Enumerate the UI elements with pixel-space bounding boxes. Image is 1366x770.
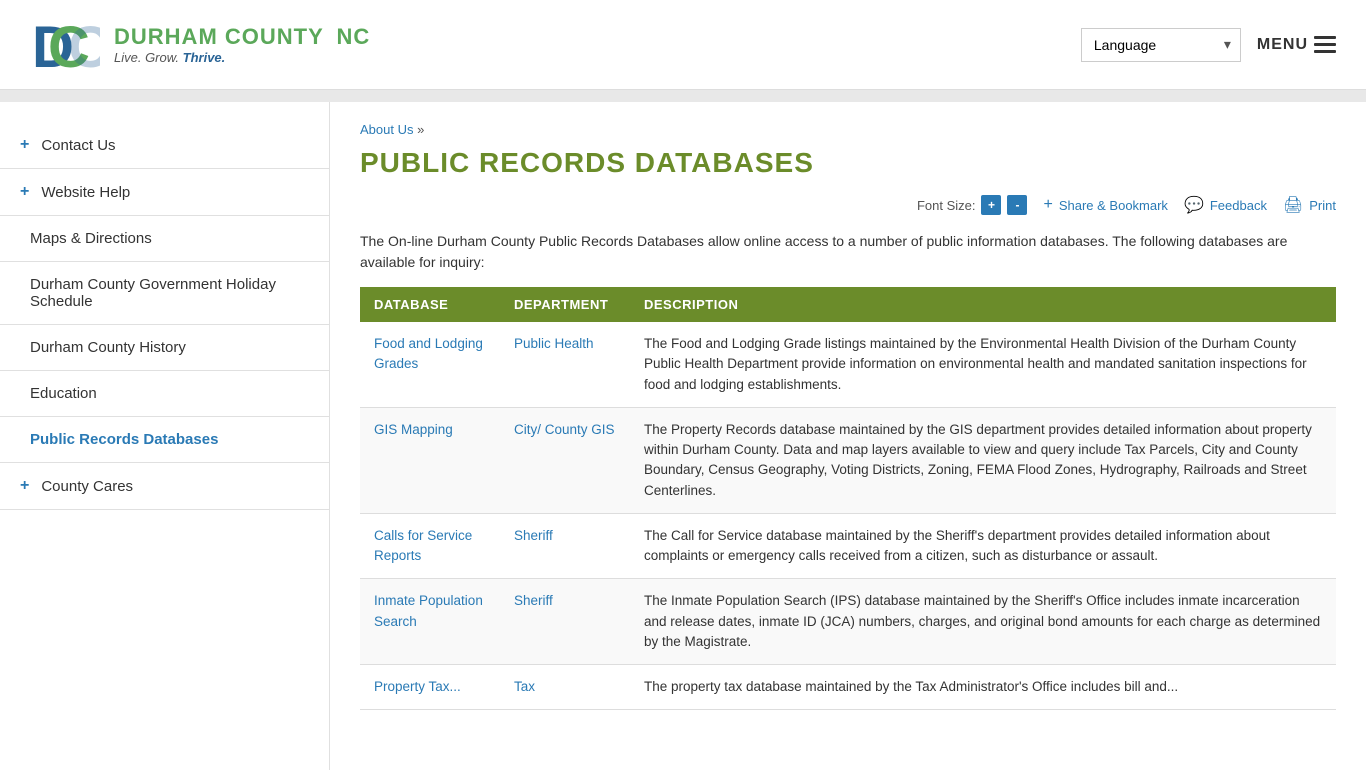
menu-button[interactable]: MENU	[1257, 36, 1336, 54]
sidebar-label: Maps & Directions	[30, 230, 152, 247]
sidebar-item-maps-directions[interactable]: Maps & Directions	[0, 216, 329, 262]
menu-label: MENU	[1257, 36, 1308, 54]
sidebar-item-county-history[interactable]: Durham County History	[0, 325, 329, 371]
cell-description: The Food and Lodging Grade listings main…	[630, 322, 1336, 407]
font-size-label: Font Size:	[917, 198, 976, 213]
department-link[interactable]: Sheriff	[514, 528, 553, 543]
table-row: Food and Lodging Grades Public Health Th…	[360, 322, 1336, 407]
database-link[interactable]: Property Tax...	[374, 679, 461, 694]
sidebar-item-education[interactable]: Education	[0, 371, 329, 417]
share-bookmark-link[interactable]: Share & Bookmark	[1059, 198, 1168, 213]
plus-icon: +	[20, 183, 29, 201]
feedback-link[interactable]: Feedback	[1210, 198, 1267, 213]
table-header-row: DATABASE DEPARTMENT DESCRIPTION	[360, 287, 1336, 322]
main-layout: + Contact Us + Website Help Maps & Direc…	[0, 102, 1366, 770]
breadcrumb: About Us »	[360, 122, 1336, 137]
svg-text:O: O	[68, 15, 100, 75]
department-link[interactable]: Public Health	[514, 336, 594, 351]
sub-header-bar	[0, 90, 1366, 102]
table-row: Calls for Service Reports Sheriff The Ca…	[360, 513, 1336, 579]
share-icon: +	[1043, 196, 1052, 214]
font-decrease-button[interactable]: -	[1007, 195, 1027, 215]
sidebar-label: Durham County History	[30, 339, 186, 356]
table-row: Property Tax... Tax The property tax dat…	[360, 665, 1336, 710]
department-link[interactable]: City/ County GIS	[514, 422, 615, 437]
logo-title: DURHAM COUNTY NC	[114, 24, 370, 50]
sidebar-label: County Cares	[41, 478, 133, 495]
sidebar-label: Public Records Databases	[30, 431, 218, 448]
cell-department: Sheriff	[500, 579, 630, 665]
records-table: DATABASE DEPARTMENT DESCRIPTION Food and…	[360, 287, 1336, 710]
site-header: D C O DURHAM COUNTY NC Live. Grow. Thriv…	[0, 0, 1366, 90]
logo-title-nc: NC	[337, 24, 371, 49]
header-right: Language Español Français MENU	[1081, 28, 1336, 62]
sidebar-label: Website Help	[41, 184, 130, 201]
cell-description: The property tax database maintained by …	[630, 665, 1336, 710]
table-body: Food and Lodging Grades Public Health Th…	[360, 322, 1336, 710]
cell-database: Property Tax...	[360, 665, 500, 710]
breadcrumb-parent-link[interactable]: About Us	[360, 122, 413, 137]
logo-text-area: DURHAM COUNTY NC Live. Grow. Thrive.	[114, 24, 370, 65]
database-link[interactable]: Food and Lodging Grades	[374, 336, 483, 371]
breadcrumb-parent-label: About Us	[360, 122, 413, 137]
sidebar-item-website-help[interactable]: + Website Help	[0, 169, 329, 216]
cell-department: Public Health	[500, 322, 630, 407]
content-toolbar: Font Size: + - + Share & Bookmark 💬 Feed…	[360, 195, 1336, 215]
cell-database: GIS Mapping	[360, 407, 500, 513]
database-link[interactable]: Inmate Population Search	[374, 593, 483, 628]
cell-database: Calls for Service Reports	[360, 513, 500, 579]
sidebar-label: Durham County Government Holiday Schedul…	[30, 276, 309, 310]
plus-icon: +	[20, 477, 29, 495]
breadcrumb-separator: »	[417, 122, 424, 137]
sidebar-item-public-records[interactable]: Public Records Databases	[0, 417, 329, 463]
department-link[interactable]: Sheriff	[514, 593, 553, 608]
font-size-group: Font Size: + -	[917, 195, 1028, 215]
feedback-icon: 💬	[1184, 195, 1204, 215]
print-link[interactable]: Print	[1309, 198, 1336, 213]
language-select[interactable]: Language Español Français	[1081, 28, 1241, 62]
logo-subtitle: Live. Grow. Thrive.	[114, 50, 370, 65]
sidebar: + Contact Us + Website Help Maps & Direc…	[0, 102, 330, 770]
cell-department: Tax	[500, 665, 630, 710]
share-bookmark-group: + Share & Bookmark	[1043, 196, 1167, 214]
logo-title-main: DURHAM COUNTY	[114, 24, 323, 49]
page-title: PUBLIC RECORDS DATABASES	[360, 147, 1336, 179]
menu-icon	[1314, 36, 1336, 53]
cell-description: The Inmate Population Search (IPS) datab…	[630, 579, 1336, 665]
cell-department: City/ County GIS	[500, 407, 630, 513]
table-row: GIS Mapping City/ County GIS The Propert…	[360, 407, 1336, 513]
font-increase-button[interactable]: +	[981, 195, 1001, 215]
cell-department: Sheriff	[500, 513, 630, 579]
sidebar-label: Contact Us	[41, 137, 115, 154]
sidebar-item-county-cares[interactable]: + County Cares	[0, 463, 329, 510]
cell-description: The Call for Service database maintained…	[630, 513, 1336, 579]
col-header-description: DESCRIPTION	[630, 287, 1336, 322]
cell-database: Inmate Population Search	[360, 579, 500, 665]
print-group: 🖨 Print	[1283, 195, 1336, 215]
database-link[interactable]: Calls for Service Reports	[374, 528, 472, 563]
database-link[interactable]: GIS Mapping	[374, 422, 453, 437]
logo-area: D C O DURHAM COUNTY NC Live. Grow. Thriv…	[30, 15, 370, 75]
logo-icon[interactable]: D C O	[30, 15, 100, 75]
col-header-department: DEPARTMENT	[500, 287, 630, 322]
plus-icon: +	[20, 136, 29, 154]
language-wrapper[interactable]: Language Español Français	[1081, 28, 1241, 62]
sidebar-label: Education	[30, 385, 97, 402]
main-content: About Us » PUBLIC RECORDS DATABASES Font…	[330, 102, 1366, 770]
col-header-database: DATABASE	[360, 287, 500, 322]
cell-database: Food and Lodging Grades	[360, 322, 500, 407]
sidebar-item-holiday-schedule[interactable]: Durham County Government Holiday Schedul…	[0, 262, 329, 325]
intro-text: The On-line Durham County Public Records…	[360, 231, 1336, 273]
sidebar-item-contact-us[interactable]: + Contact Us	[0, 122, 329, 169]
department-link[interactable]: Tax	[514, 679, 535, 694]
print-icon: 🖨	[1283, 195, 1303, 215]
table-row: Inmate Population Search Sheriff The Inm…	[360, 579, 1336, 665]
feedback-group: 💬 Feedback	[1184, 195, 1267, 215]
cell-description: The Property Records database maintained…	[630, 407, 1336, 513]
